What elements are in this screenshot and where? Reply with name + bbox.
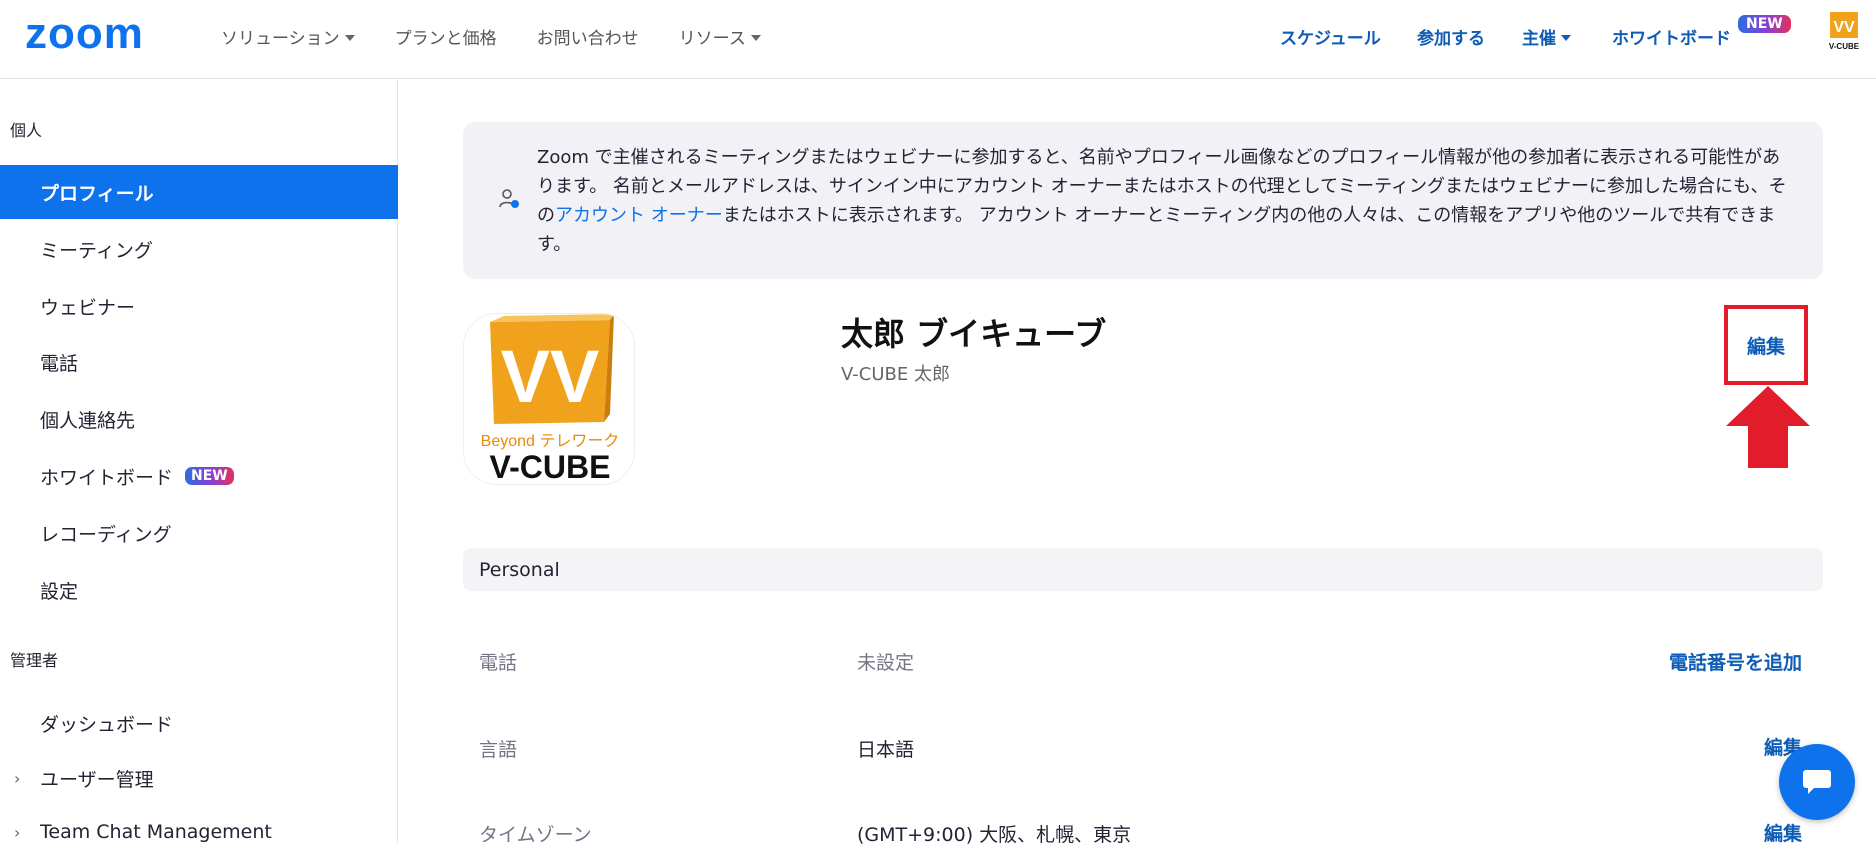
chevron-down-icon bbox=[750, 34, 761, 41]
notice-text-part2: またはホストに表示されます。 アカウント オーナーとミーティング内の他の人々は、… bbox=[537, 205, 1776, 255]
phone-row-value: 未設定 bbox=[857, 652, 915, 674]
edit-profile-button[interactable]: 編集 bbox=[1724, 305, 1808, 385]
personal-section-title: Personal bbox=[479, 558, 560, 581]
sidebar-item-contacts[interactable]: 個人連絡先 bbox=[0, 392, 398, 446]
profile-sub-name: V-CUBE 太郎 bbox=[841, 364, 950, 385]
sidebar-item-label: 個人連絡先 bbox=[40, 409, 136, 432]
nav-contact-label: お問い合わせ bbox=[536, 29, 639, 49]
sidebar-item-user-management[interactable]: › ユーザー管理 bbox=[0, 751, 398, 805]
nav-resources[interactable]: リソース bbox=[679, 24, 761, 49]
sidebar-item-label: Team Chat Management bbox=[40, 821, 272, 843]
sidebar-item-webinars[interactable]: ウェビナー bbox=[0, 279, 398, 333]
sidebar-item-label: 設定 bbox=[40, 580, 79, 603]
svg-text:Beyond テレワーク: Beyond テレワーク bbox=[481, 432, 620, 450]
sidebar-item-label: ダッシュボード bbox=[40, 713, 174, 736]
add-phone-number-link[interactable]: 電話番号を追加 bbox=[1669, 648, 1802, 675]
sidebar-item-label: ミーティング bbox=[40, 239, 153, 262]
sidebar: 個人 プロフィール ミーティング ウェビナー 電話 個人連絡先 ホワイトボード … bbox=[0, 80, 398, 843]
account-owner-link[interactable]: アカウント オーナー bbox=[555, 205, 723, 226]
nav-host-menu[interactable]: 主催 bbox=[1522, 24, 1571, 49]
nav-plans-pricing-label: プランと価格 bbox=[394, 29, 497, 49]
chevron-right-icon: › bbox=[14, 768, 21, 788]
v-cube-logo-image: VV Beyond テレワーク V-CUBE bbox=[464, 314, 634, 485]
sidebar-item-label: 電話 bbox=[40, 352, 79, 375]
nav-join-link[interactable]: 参加する bbox=[1417, 24, 1485, 49]
language-row-label: 言語 bbox=[479, 739, 518, 761]
sidebar-item-profile[interactable]: プロフィール bbox=[0, 165, 398, 219]
sidebar-item-label: ユーザー管理 bbox=[40, 768, 154, 791]
sidebar-item-dashboard[interactable]: ダッシュボード bbox=[0, 696, 398, 750]
chat-support-button[interactable] bbox=[1779, 744, 1855, 820]
sidebar-item-recordings[interactable]: レコーディング bbox=[0, 506, 398, 560]
nav-menu-left: ソリューション プランと価格 お問い合わせ リソース bbox=[221, 24, 801, 49]
privacy-notice: Zoom で主催されるミーティングまたはウェビナーに参加すると、名前やプロフィー… bbox=[463, 122, 1823, 279]
profile-display-name: 太郎 ブイキューブ bbox=[841, 315, 1107, 353]
nav-contact[interactable]: お問い合わせ bbox=[537, 24, 639, 49]
sidebar-item-label: ホワイトボード bbox=[40, 466, 174, 489]
sidebar-item-settings[interactable]: 設定 bbox=[0, 563, 398, 617]
edit-profile-label: 編集 bbox=[1746, 335, 1785, 358]
sidebar-item-team-chat-management[interactable]: › Team Chat Management bbox=[0, 805, 398, 859]
nav-host-label: 主催 bbox=[1522, 29, 1556, 49]
chat-bubble-icon bbox=[1803, 770, 1831, 794]
user-avatar[interactable]: VV V-CUBE bbox=[1826, 8, 1862, 52]
sidebar-item-phone[interactable]: 電話 bbox=[0, 335, 398, 389]
new-badge: NEW bbox=[185, 467, 234, 485]
nav-plans-pricing[interactable]: プランと価格 bbox=[395, 24, 497, 49]
svg-text:VV: VV bbox=[1833, 19, 1855, 36]
svg-text:V-CUBE: V-CUBE bbox=[1829, 42, 1860, 51]
chevron-down-icon bbox=[344, 34, 355, 41]
zoom-logo[interactable]: zoom bbox=[25, 14, 177, 54]
nav-solutions[interactable]: ソリューション bbox=[221, 24, 355, 49]
nav-resources-label: リソース bbox=[678, 29, 746, 49]
new-badge: NEW bbox=[1738, 15, 1791, 33]
svg-text:VV: VV bbox=[501, 335, 600, 418]
sidebar-item-label: プロフィール bbox=[40, 182, 154, 205]
sidebar-item-whiteboards[interactable]: ホワイトボード NEW bbox=[0, 449, 398, 503]
sidebar-item-label: レコーディング bbox=[40, 523, 172, 546]
nav-whiteboard-link[interactable]: ホワイトボード bbox=[1612, 24, 1731, 49]
nav-schedule-link[interactable]: スケジュール bbox=[1280, 24, 1381, 49]
language-row-value: 日本語 bbox=[857, 739, 915, 761]
sidebar-item-meetings[interactable]: ミーティング bbox=[0, 222, 398, 276]
red-arrow-up-icon bbox=[1726, 386, 1810, 468]
nav-solutions-label: ソリューション bbox=[221, 29, 340, 49]
privacy-notice-text: Zoom で主催されるミーティングまたはウェビナーに参加すると、名前やプロフィー… bbox=[537, 143, 1787, 259]
chevron-down-icon bbox=[1561, 34, 1571, 41]
edit-timezone-link[interactable]: 編集 bbox=[1764, 819, 1802, 846]
sidebar-heading-personal: 個人 bbox=[10, 121, 43, 140]
chevron-right-icon: › bbox=[14, 822, 21, 842]
svg-text:V-CUBE: V-CUBE bbox=[490, 449, 611, 485]
top-navigation-bar: zoom ソリューション プランと価格 お問い合わせ リソース スケジュール 参… bbox=[0, 0, 1876, 79]
phone-row-label: 電話 bbox=[479, 652, 518, 674]
svg-text:zoom: zoom bbox=[25, 14, 144, 54]
sidebar-heading-admin: 管理者 bbox=[10, 651, 59, 670]
sidebar-item-label: ウェビナー bbox=[40, 296, 136, 319]
user-privacy-icon bbox=[499, 189, 519, 208]
personal-section-header: Personal bbox=[463, 548, 1823, 591]
profile-picture[interactable]: VV Beyond テレワーク V-CUBE bbox=[463, 313, 635, 485]
